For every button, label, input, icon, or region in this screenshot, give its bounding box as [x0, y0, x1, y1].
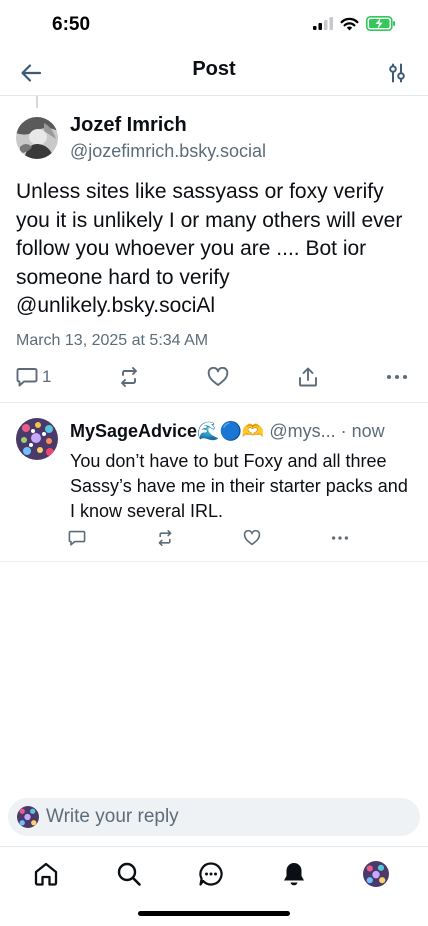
reply-author-name[interactable]: MySageAdvice🌊🔵🫶 [70, 421, 264, 441]
tab-search[interactable] [112, 857, 146, 891]
reply-count: 1 [42, 367, 52, 386]
reply-text: You don’t have to but Foxy and all three… [70, 451, 408, 521]
composer-avatar [17, 806, 39, 828]
search-icon [117, 862, 141, 886]
avatar-mosaic [17, 806, 39, 828]
heart-icon [207, 367, 229, 386]
battery-charging-icon [366, 16, 395, 31]
tab-notifications[interactable] [277, 857, 311, 891]
reply-like-button[interactable] [243, 528, 261, 548]
post-date: March 13, 2025 at 5:34 AM [16, 332, 209, 349]
share-button[interactable] [297, 364, 319, 390]
reply-input[interactable] [46, 802, 406, 832]
reply-author-handle[interactable]: @mys... [269, 421, 335, 441]
post-text: Unless sites like sassyass or foxy verif… [16, 180, 403, 317]
like-button[interactable] [207, 364, 229, 390]
chat-icon [199, 862, 223, 886]
heart-icon [243, 530, 261, 546]
wifi-icon [340, 17, 359, 30]
status-bar: 6:50 [0, 0, 428, 50]
reply-post[interactable]: MySageAdvice🌊🔵🫶 @mys... · now You don’t … [0, 404, 428, 562]
reply-repost-button[interactable] [156, 528, 174, 548]
signal-icon [313, 17, 333, 30]
reply-actions [68, 528, 358, 548]
repost-button[interactable] [118, 364, 140, 390]
status-icons [313, 16, 396, 31]
reply-reply-button[interactable] [68, 528, 86, 548]
reply-timestamp: · now [340, 421, 385, 441]
avatar-mosaic [16, 418, 58, 460]
comment-icon [16, 368, 38, 387]
repost-icon [121, 367, 137, 387]
thread-settings-button[interactable] [382, 58, 412, 88]
thread-connector-line [36, 96, 38, 108]
comment-icon [68, 530, 86, 546]
reply-header: MySageAdvice🌊🔵🫶 @mys... · now [70, 421, 415, 442]
tab-profile[interactable] [359, 857, 393, 891]
more-icon [387, 375, 407, 379]
tab-chat[interactable] [194, 857, 228, 891]
sliders-icon [389, 63, 405, 83]
profile-avatar [363, 861, 389, 887]
share-icon [299, 367, 317, 387]
reply-more-button[interactable] [330, 528, 350, 548]
tab-home[interactable] [29, 857, 63, 891]
post-actions: 1 [16, 364, 412, 390]
avatar-photo [16, 117, 58, 159]
reply-button[interactable]: 1 [16, 364, 51, 390]
home-indicator [138, 911, 290, 916]
home-icon [34, 862, 58, 886]
author-name[interactable]: Jozef Imrich [70, 114, 187, 137]
main-post: Jozef Imrich @jozefimrich.bsky.social Un… [0, 110, 428, 403]
bell-icon [284, 863, 304, 886]
author-handle[interactable]: @jozefimrich.bsky.social [70, 141, 266, 162]
more-options-button[interactable] [386, 364, 408, 390]
status-time: 6:50 [52, 14, 91, 35]
repost-icon [158, 530, 172, 546]
reply-composer[interactable] [8, 798, 420, 836]
page-title: Post [192, 58, 236, 80]
reply-author-avatar[interactable] [16, 418, 58, 460]
author-avatar[interactable] [16, 117, 58, 159]
post-header: Post [0, 50, 428, 96]
more-icon [331, 536, 349, 540]
